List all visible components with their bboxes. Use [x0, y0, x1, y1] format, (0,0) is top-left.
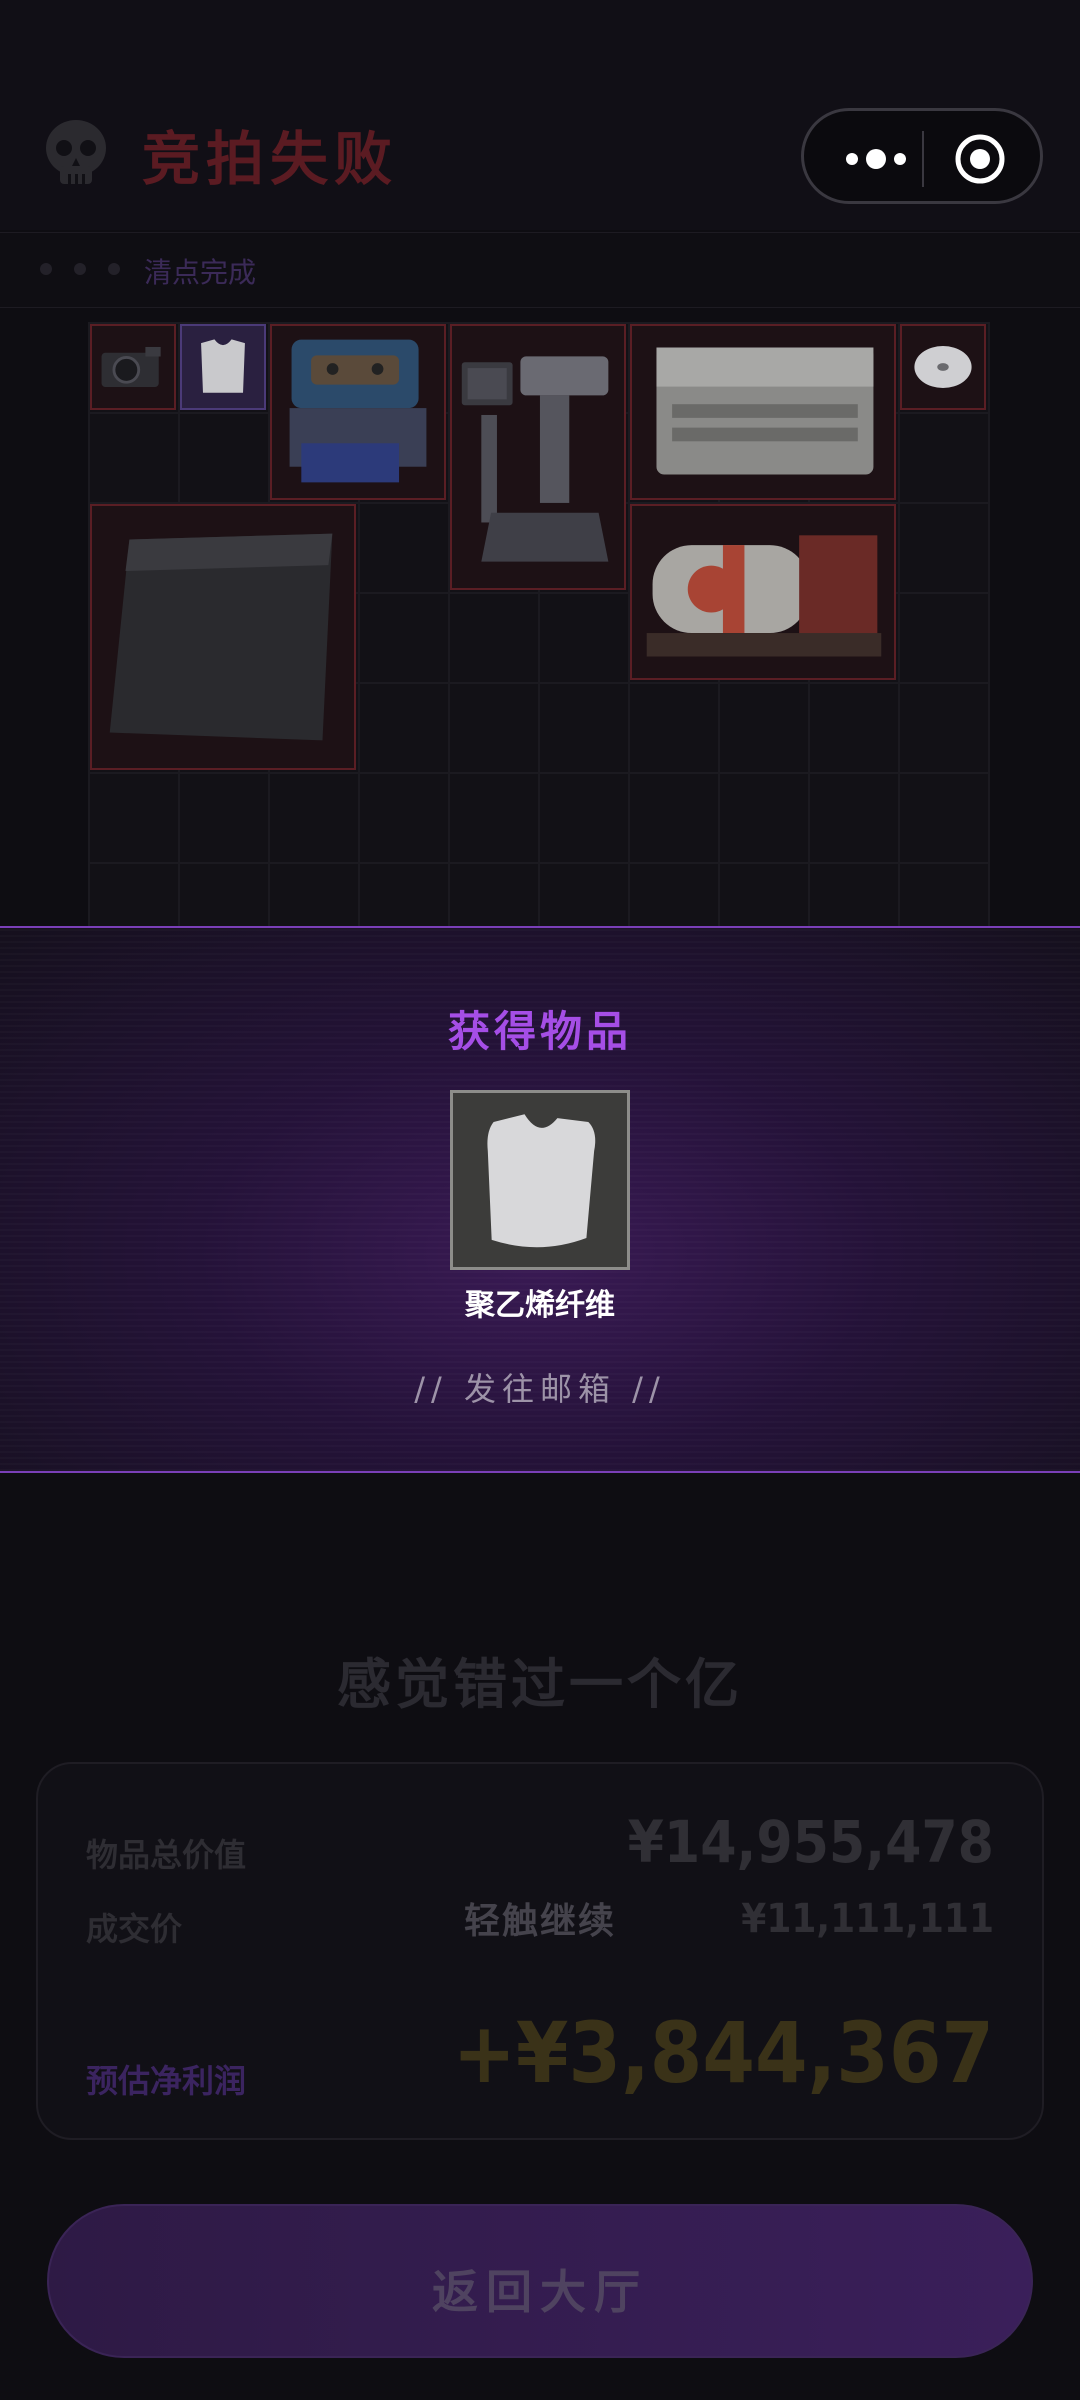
engine-icon — [289, 339, 427, 483]
tank-icon — [646, 535, 882, 657]
slogan-text: 感觉错过一个亿 — [337, 1653, 743, 1716]
page-title: 竞拍失败 — [142, 125, 399, 193]
progress-dot — [40, 263, 52, 275]
header: 竞拍失败 — [0, 0, 1080, 230]
net-profit-value: +¥3,844,367 — [452, 2004, 994, 2102]
engine-item[interactable] — [270, 324, 446, 500]
total-value: ¥14,955,478 — [627, 1808, 994, 1876]
tank-item[interactable] — [630, 504, 896, 680]
popup-title: 获得物品 — [447, 1007, 632, 1056]
target-circle-icon[interactable] — [954, 133, 1006, 185]
net-profit-label: 预估净利润 — [86, 2062, 247, 2100]
disc-item[interactable] — [900, 324, 986, 410]
back-button-label: 返回大厅 — [432, 2265, 648, 2319]
status-text: 清点完成 — [144, 256, 257, 289]
vest-item[interactable] — [180, 324, 266, 410]
vest-icon — [487, 1114, 596, 1248]
progress-dot — [74, 263, 86, 275]
tap-to-continue-hint[interactable]: 轻触继续 — [38, 1892, 1042, 1944]
battery-item[interactable] — [630, 324, 896, 500]
carbon-plate-item[interactable] — [90, 504, 356, 770]
mailbox-notice: // 发往邮箱 // — [414, 1370, 666, 1408]
camera-icon — [101, 346, 161, 388]
status-bar: 清点完成 — [0, 232, 1080, 308]
reward-item-slot — [450, 1090, 630, 1270]
progress-dot — [108, 263, 120, 275]
plate-icon — [109, 533, 333, 741]
summary-card: 物品总价值 ¥14,955,478 成交价 ¥11,111,111 轻触继续 预… — [36, 1762, 1044, 2140]
reward-popup[interactable]: 获得物品 聚乙烯纤维 // 发往邮箱 // — [0, 926, 1080, 1473]
capsule-divider — [922, 131, 924, 187]
battery-icon — [656, 347, 874, 475]
mini-program-capsule — [801, 108, 1043, 204]
robot-icon — [461, 356, 609, 562]
more-dots-icon[interactable] — [836, 141, 916, 177]
inventory-grid — [88, 322, 990, 927]
robot-arm-item[interactable] — [450, 324, 626, 590]
skull-icon — [46, 120, 106, 184]
reward-item-name: 聚乙烯纤维 — [465, 1288, 615, 1323]
total-value-label: 物品总价值 — [86, 1836, 247, 1874]
back-to-lobby-button[interactable]: 返回大厅 — [47, 2204, 1033, 2358]
disc-icon — [914, 346, 972, 388]
camera-item[interactable] — [90, 324, 176, 410]
vest-icon — [201, 339, 245, 393]
